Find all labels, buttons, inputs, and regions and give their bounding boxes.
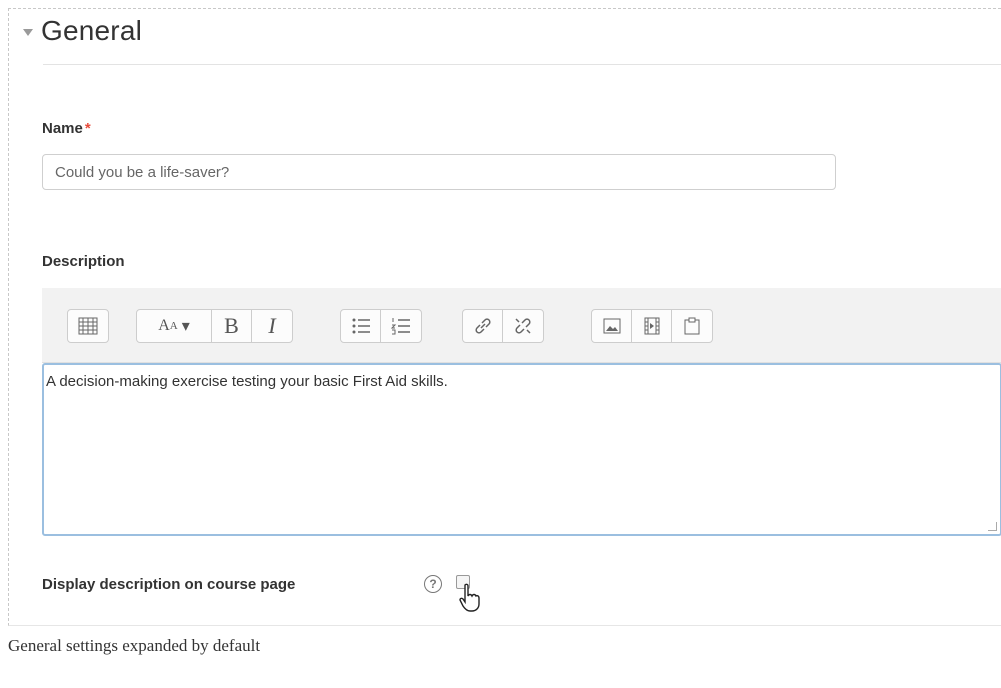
paste-icon[interactable] [672,310,712,342]
name-input[interactable] [42,154,836,190]
editor-toolbar: AA ▾ B I [42,288,1001,363]
description-textarea[interactable]: A decision-making exercise testing your … [42,363,1001,536]
general-fieldset: General Name* Description AA ▾ B I [8,8,1001,626]
toolbar-group-lists [340,309,422,343]
description-text: A decision-making exercise testing your … [46,373,448,390]
font-style-icon[interactable]: AA ▾ [137,310,212,342]
unordered-list-icon[interactable] [341,310,381,342]
help-icon[interactable]: ? [424,575,442,593]
section-divider [43,64,1001,65]
name-label: Name * [42,120,91,137]
hand-cursor-icon [459,583,480,612]
toolbar-group-links [462,309,544,343]
section-header[interactable]: General [23,15,142,47]
ordered-list-icon[interactable] [381,310,421,342]
italic-icon[interactable]: I [252,310,292,342]
display-description-label: Display description on course page [42,576,296,593]
link-icon[interactable] [463,310,503,342]
required-marker: * [84,120,91,137]
unlink-icon[interactable] [503,310,543,342]
image-icon[interactable] [592,310,632,342]
description-label: Description [42,253,125,270]
figure-caption: General settings expanded by default [8,636,261,655]
section-title: General [41,15,143,46]
name-label-text: Name [42,120,83,137]
toolbar-toggle-icon[interactable] [68,310,108,342]
collapse-icon[interactable] [23,29,33,36]
resize-handle[interactable] [988,522,997,531]
description-editor: AA ▾ B I A decision-making exercise test… [42,288,1001,536]
media-icon[interactable] [632,310,672,342]
bold-icon[interactable]: B [212,310,252,342]
toolbar-group-toggle [67,309,109,343]
toolbar-group-style: AA ▾ B I [136,309,293,343]
toolbar-group-insert [591,309,713,343]
